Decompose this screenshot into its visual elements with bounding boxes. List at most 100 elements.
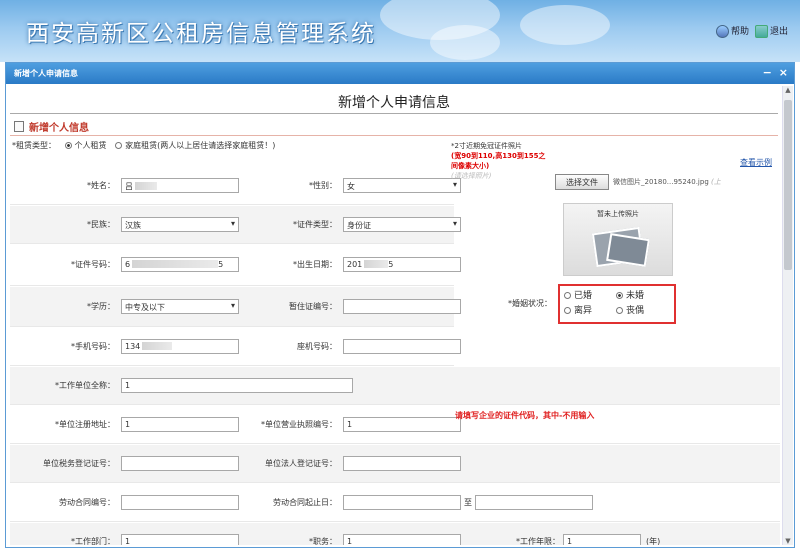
help-icon xyxy=(715,25,729,38)
id-type-select[interactable]: 身份证 xyxy=(343,217,461,232)
close-icon[interactable]: × xyxy=(779,66,788,79)
form-row: *工作单位全称： 1 xyxy=(10,367,780,405)
scroll-thumb[interactable] xyxy=(784,100,792,270)
birth-date-input[interactable]: 201 5 xyxy=(343,257,461,272)
minimize-icon[interactable]: − xyxy=(763,66,772,79)
id-number-label: *证件号码： xyxy=(71,260,115,269)
residence-permit-label: 暂住证编号： xyxy=(289,302,337,311)
cloud-decoration xyxy=(520,5,610,45)
radio-personal[interactable] xyxy=(64,142,72,149)
photo-placeholder-caption: 暂未上传照片 xyxy=(597,210,639,218)
form-row: *单位注册地址： 1 *单位营业执照编号： 1 xyxy=(10,406,780,444)
lease-type-label: *租赁类型： xyxy=(12,141,56,150)
landline-input[interactable] xyxy=(343,339,461,354)
date-range-separator: 至 xyxy=(464,498,472,507)
section-header: 新增个人信息 xyxy=(14,119,89,134)
mobile-input[interactable]: 134 xyxy=(121,339,239,354)
photo-preview: 暂未上传照片 xyxy=(563,203,673,276)
tax-reg-label: 单位税务登记证号： xyxy=(43,459,115,468)
marital-option-married: 已婚 xyxy=(574,291,593,301)
business-license-input[interactable]: 1 xyxy=(343,417,461,432)
employer-input[interactable]: 1 xyxy=(121,378,353,393)
form-row: 劳动合同编号： 劳动合同起止日： 至 xyxy=(10,484,780,522)
radio-family[interactable] xyxy=(115,142,123,149)
birth-date-label: *出生日期： xyxy=(293,260,337,269)
gender-label: *性别： xyxy=(309,181,337,190)
id-number-input[interactable]: 65 xyxy=(121,257,239,272)
legal-rep-reg-input[interactable] xyxy=(343,456,461,471)
dialog-title: 新增个人申请信息 xyxy=(14,69,78,78)
photo-instructions: *2寸近期免冠证件照片 (宽90到110,高130到155之间像素大小) (请选… xyxy=(451,141,551,181)
ethnicity-select[interactable]: 汉族 xyxy=(121,217,239,232)
legal-rep-reg-label: 单位法人登记证号： xyxy=(265,459,337,468)
photo-size-note: (宽90到110,高130到155之间像素大小) xyxy=(451,152,546,170)
marital-status-label: *婚姻状况： xyxy=(508,299,552,308)
employer-address-label: *单位注册地址： xyxy=(55,420,115,429)
cloud-decoration xyxy=(430,25,500,60)
redacted-text xyxy=(364,260,389,268)
sample-link[interactable]: 查看示例 xyxy=(740,157,772,168)
ethnicity-label: *民族： xyxy=(87,220,115,229)
form-row: *手机号码： 134 座机号码： xyxy=(10,328,461,366)
form-row: *学历： 中专及以下 暂住证编号： xyxy=(10,287,461,327)
landline-label: 座机号码： xyxy=(297,342,337,351)
vertical-scrollbar[interactable]: ▲ ▼ xyxy=(782,86,793,545)
form-row: *姓名： 吕 *性别： 女 xyxy=(10,167,461,205)
marital-option-widowed: 丧偶 xyxy=(626,306,645,316)
exit-label: 退出 xyxy=(769,27,788,37)
work-years-input[interactable]: 1 xyxy=(563,534,641,545)
redacted-text xyxy=(142,342,173,350)
exit-link[interactable]: 退出 xyxy=(754,24,788,38)
selected-file-name: 微信图片_20180...95240.jpg (上 xyxy=(613,178,721,186)
form-row: *民族： 汉族 *证件类型： 身份证 xyxy=(10,206,461,244)
dialog-window: 新增个人申请信息 − × ▲ ▼ 新增个人申请信息 新增个人信息 *租赁类型： … xyxy=(5,62,795,548)
gender-select[interactable]: 女 xyxy=(343,178,461,193)
photo-hint: (请选择照片) xyxy=(451,172,492,180)
education-select[interactable]: 中专及以下 xyxy=(121,299,239,314)
redacted-text xyxy=(132,260,219,268)
app-banner: 西安高新区公租房信息管理系统 帮助 退出 xyxy=(0,0,800,62)
id-type-label: *证件类型： xyxy=(293,220,337,229)
contract-no-input[interactable] xyxy=(121,495,239,510)
work-years-unit: (年) xyxy=(646,537,661,545)
residence-permit-input[interactable] xyxy=(343,299,461,314)
app-title: 西安高新区公租房信息管理系统 xyxy=(26,21,376,47)
radio-married[interactable] xyxy=(564,292,571,299)
help-link[interactable]: 帮助 xyxy=(715,24,749,38)
photo-note: *2寸近期免冠证件照片 xyxy=(451,142,522,150)
divider xyxy=(10,113,778,114)
lease-option-family: 家庭租赁(两人以上居住请选择家庭租赁！) xyxy=(125,141,276,150)
scroll-up-icon[interactable]: ▲ xyxy=(783,86,793,94)
radio-divorced[interactable] xyxy=(564,307,571,314)
contract-no-label: 劳动合同编号： xyxy=(59,498,115,507)
contract-end-input[interactable] xyxy=(475,495,593,510)
work-years-label: *工作年限： xyxy=(516,537,560,545)
name-input[interactable]: 吕 xyxy=(121,178,239,193)
divider xyxy=(10,135,778,136)
edit-icon xyxy=(14,121,24,132)
form-row: 单位税务登记证号： 单位法人登记证号： xyxy=(10,445,780,483)
employer-address-input[interactable]: 1 xyxy=(121,417,239,432)
lease-type-group: *租赁类型： 个人租赁 家庭租赁(两人以上居住请选择家庭租赁！) xyxy=(12,140,275,151)
exit-icon xyxy=(754,25,768,38)
form-row: *工作部门： 1 *职务： 1 *工作年限： 1 (年) xyxy=(10,523,780,545)
tax-reg-input[interactable] xyxy=(121,456,239,471)
dialog-titlebar: 新增个人申请信息 − × xyxy=(6,63,794,84)
position-label: *职务： xyxy=(309,537,337,545)
marital-option-unmarried: 未婚 xyxy=(626,291,645,301)
employer-label: *工作单位全称： xyxy=(55,381,115,390)
help-label: 帮助 xyxy=(730,27,749,37)
marital-status-group: 已婚 未婚 离异 丧偶 xyxy=(558,284,676,324)
radio-widowed[interactable] xyxy=(616,307,623,314)
marital-option-divorced: 离异 xyxy=(574,306,593,316)
position-input[interactable]: 1 xyxy=(343,534,461,545)
department-input[interactable]: 1 xyxy=(121,534,239,545)
choose-file-button[interactable]: 选择文件 xyxy=(555,174,609,190)
mobile-label: *手机号码： xyxy=(71,342,115,351)
contract-start-input[interactable] xyxy=(343,495,461,510)
radio-unmarried[interactable] xyxy=(616,292,623,299)
photo-placeholder-icon xyxy=(606,233,650,267)
scroll-down-icon[interactable]: ▼ xyxy=(783,537,793,545)
lease-option-personal: 个人租赁 xyxy=(74,141,107,150)
form-heading: 新增个人申请信息 xyxy=(338,95,450,111)
